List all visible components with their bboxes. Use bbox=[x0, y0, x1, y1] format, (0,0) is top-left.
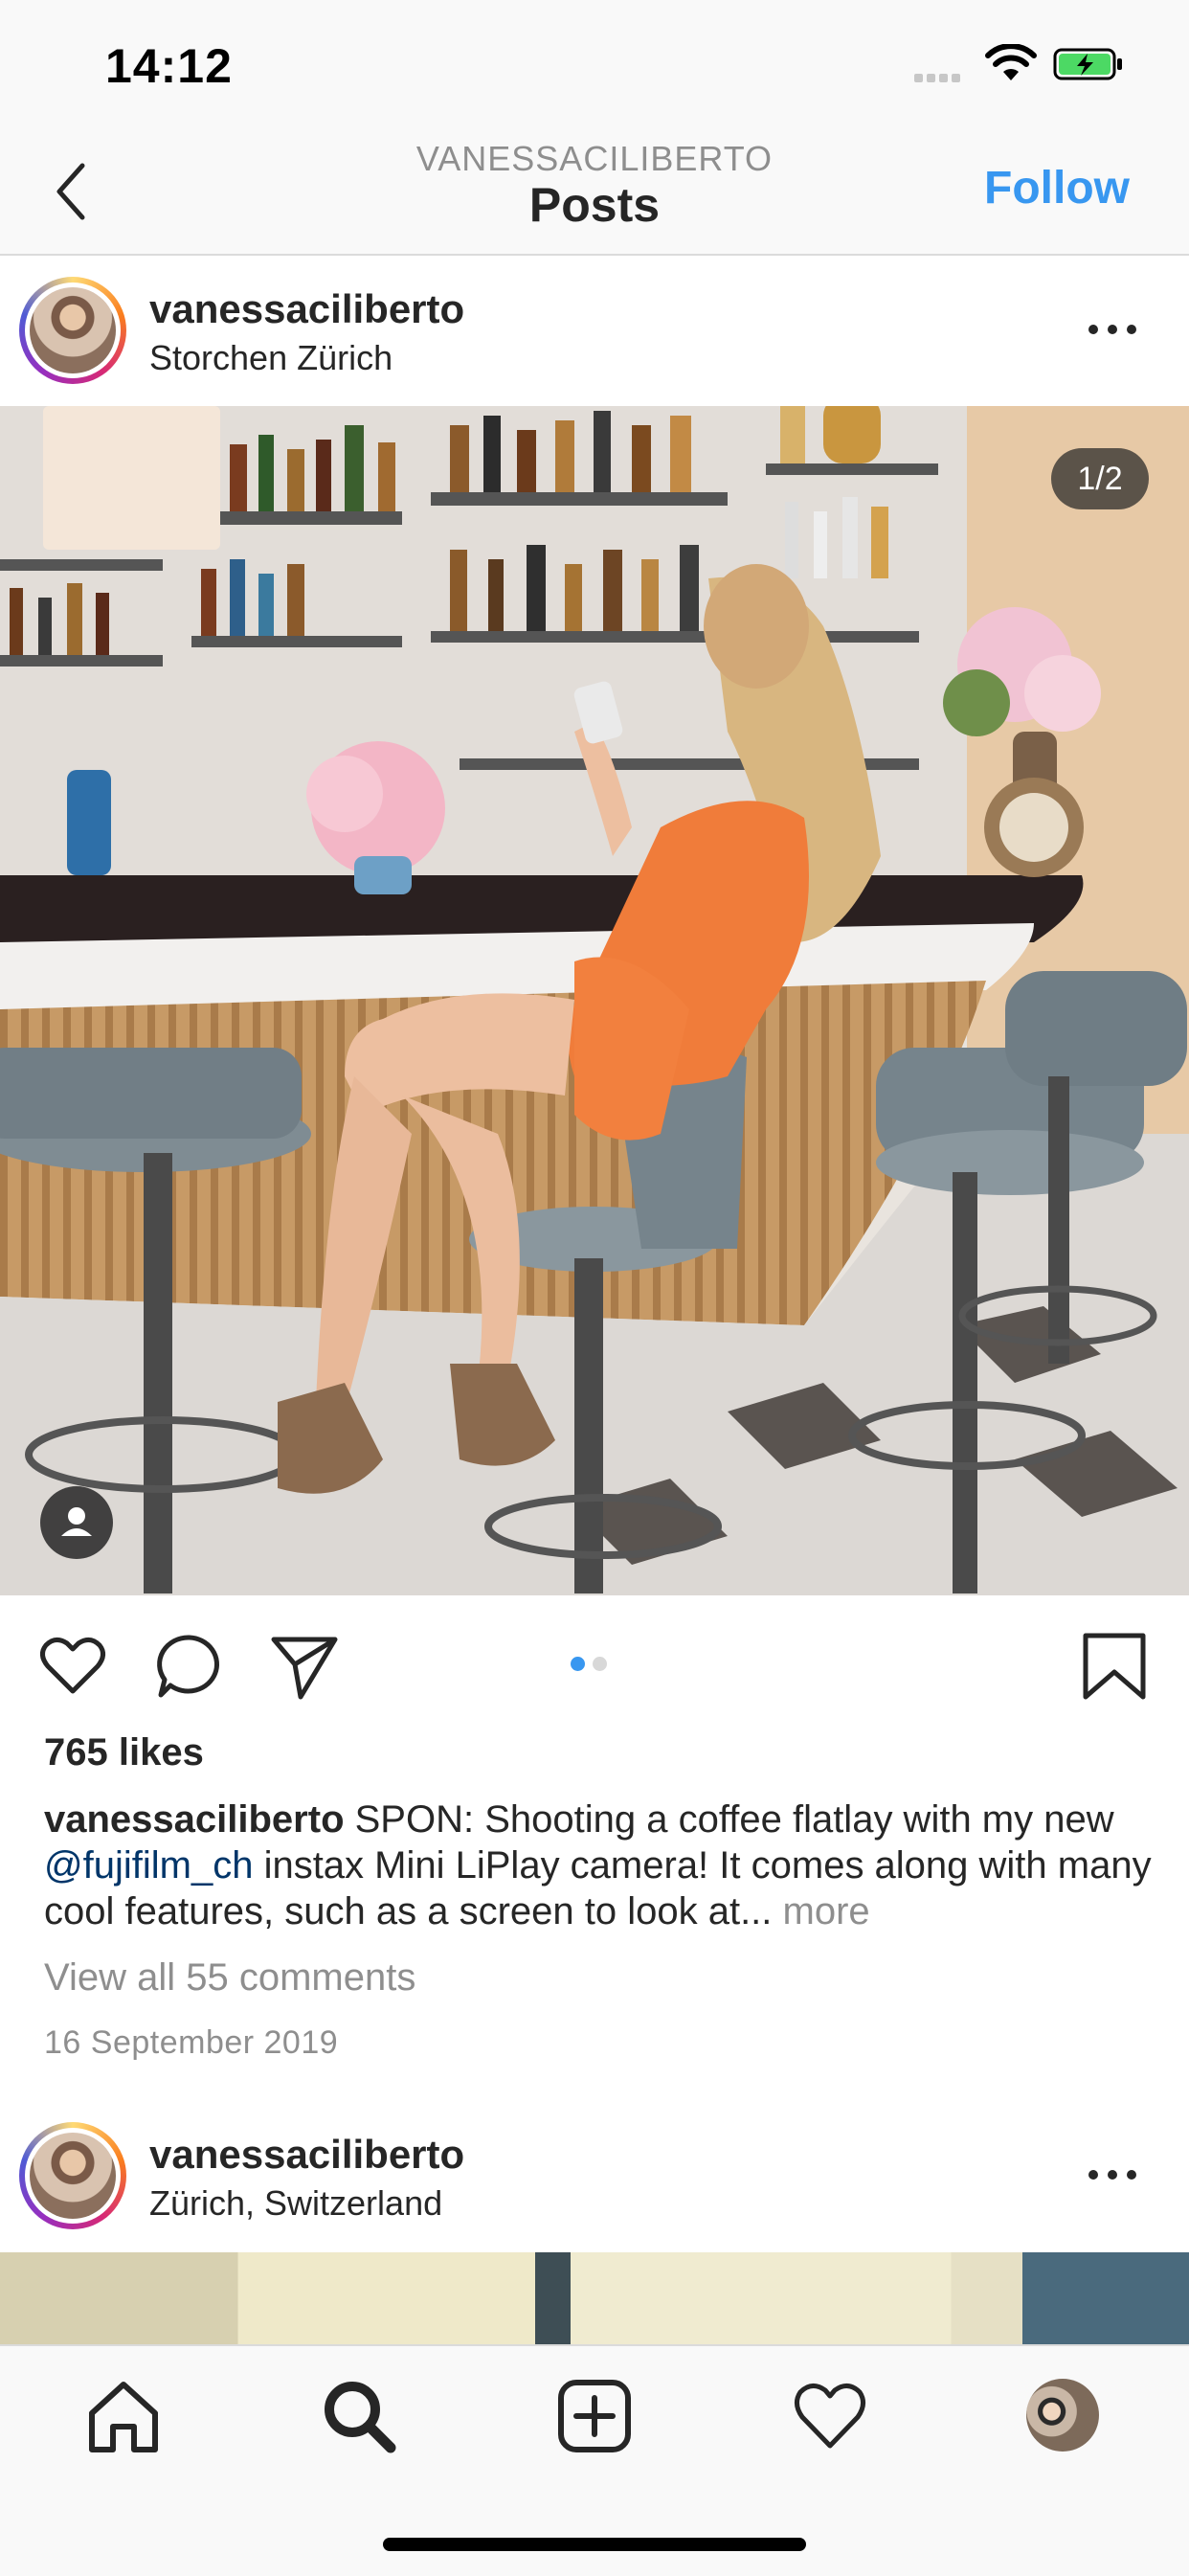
caption-more-link[interactable]: more bbox=[783, 1890, 870, 1932]
avatar[interactable] bbox=[19, 277, 126, 384]
status-time: 14:12 bbox=[105, 39, 233, 93]
more-options-icon[interactable] bbox=[1084, 2160, 1151, 2189]
post-username[interactable]: vanessaciliberto bbox=[149, 286, 464, 332]
follow-button[interactable]: Follow bbox=[984, 162, 1130, 215]
carousel-indicator bbox=[571, 1657, 615, 1676]
bookmark-icon[interactable] bbox=[1076, 1628, 1153, 1705]
home-icon[interactable] bbox=[80, 2373, 167, 2459]
post-username[interactable]: vanessaciliberto bbox=[149, 2132, 464, 2178]
post-header-2: vanessaciliberto Zürich, Switzerland bbox=[0, 2101, 1189, 2252]
activity-heart-icon[interactable] bbox=[787, 2373, 873, 2459]
carousel-dot bbox=[593, 1657, 607, 1671]
view-comments-link[interactable]: View all 55 comments bbox=[44, 1956, 415, 2000]
caption-username[interactable]: vanessaciliberto bbox=[44, 1798, 345, 1841]
post-header: vanessaciliberto Storchen Zürich bbox=[0, 256, 1189, 407]
carousel-page-counter: 1/2 bbox=[1051, 448, 1149, 509]
navigation-header: VANESSACILIBERTO Posts Follow bbox=[0, 129, 1189, 256]
bottom-tab-bar bbox=[0, 2344, 1189, 2576]
avatar[interactable] bbox=[19, 2122, 126, 2229]
search-icon[interactable] bbox=[316, 2373, 402, 2459]
add-post-icon[interactable] bbox=[551, 2373, 638, 2459]
more-options-icon[interactable] bbox=[1084, 315, 1151, 344]
cellular-signal-icon bbox=[914, 70, 964, 87]
post-photo[interactable] bbox=[0, 406, 1189, 1595]
post-caption: vanessaciliberto SPON: Shooting a coffee… bbox=[44, 1796, 1155, 1934]
home-indicator bbox=[383, 2538, 806, 2551]
status-bar: 14:12 bbox=[0, 0, 1189, 129]
caption-mention[interactable]: @fujifilm_ch bbox=[44, 1844, 253, 1887]
caption-text: SPON: Shooting a coffee flatlay with my … bbox=[354, 1798, 1114, 1841]
likes-count[interactable]: 765 likes bbox=[44, 1731, 204, 1774]
post-location[interactable]: Storchen Zürich bbox=[149, 338, 393, 378]
share-icon[interactable] bbox=[266, 1628, 343, 1705]
battery-charging-icon bbox=[1053, 48, 1122, 80]
user-tag-icon[interactable] bbox=[40, 1486, 113, 1559]
post-date: 16 September 2019 bbox=[44, 2024, 339, 2061]
carousel-dot-active bbox=[571, 1657, 585, 1671]
post-location[interactable]: Zürich, Switzerland bbox=[149, 2183, 442, 2224]
wifi-icon bbox=[985, 44, 1037, 80]
profile-avatar-icon[interactable] bbox=[1026, 2379, 1099, 2452]
heart-icon[interactable] bbox=[34, 1628, 111, 1705]
post-photo-2[interactable] bbox=[0, 2252, 1189, 2348]
comment-icon[interactable] bbox=[151, 1628, 228, 1705]
